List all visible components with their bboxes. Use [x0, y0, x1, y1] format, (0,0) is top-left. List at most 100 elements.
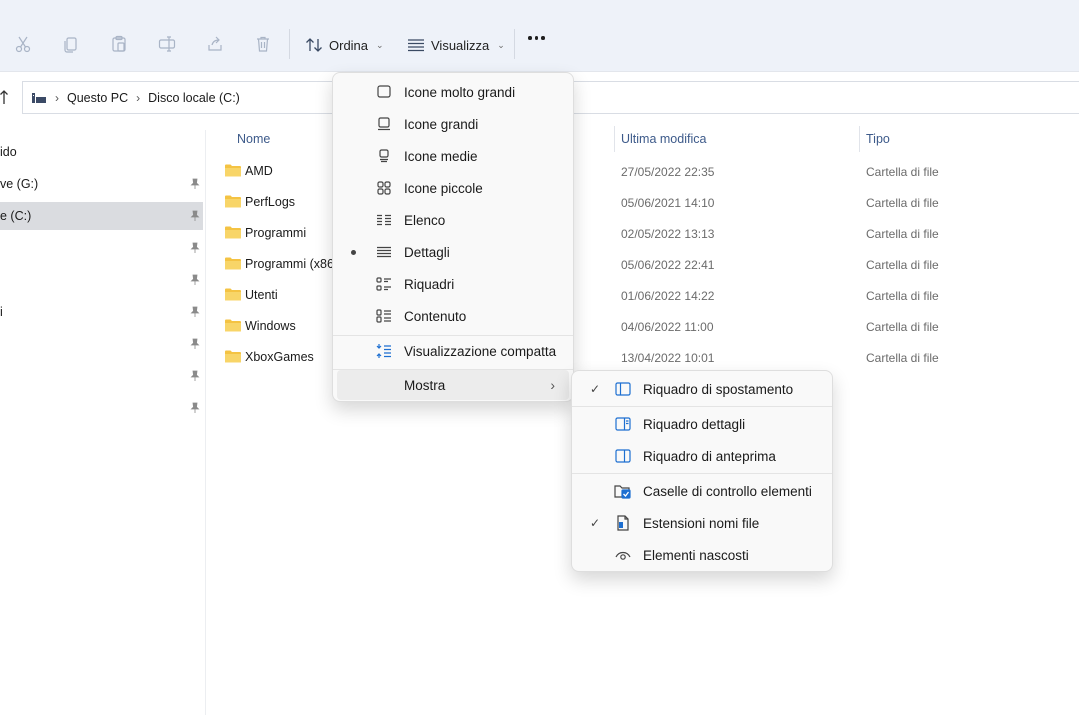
menu-item-label: Dettagli	[404, 244, 450, 260]
nav-item[interactable]: ido	[0, 138, 203, 166]
navigation-pane: ido ve (G:) e (C:) i	[0, 130, 204, 715]
menu-item-compact-view[interactable]: Visualizzazione compatta	[337, 336, 569, 366]
content-view-icon	[375, 308, 393, 324]
cut-icon[interactable]	[11, 32, 35, 56]
column-header-modified[interactable]: Ultima modifica	[621, 132, 706, 146]
show-submenu: ✓ Riquadro di spostamento Riquadro detta…	[571, 370, 833, 572]
view-details-icon	[408, 39, 424, 52]
nav-item[interactable]: ve (G:)	[0, 170, 203, 198]
nav-item-label: i	[0, 305, 3, 319]
column-header-type[interactable]: Tipo	[866, 132, 890, 146]
details-pane-icon	[614, 416, 632, 432]
menu-separator	[572, 473, 832, 474]
menu-item-label: Icone medie	[404, 148, 478, 164]
view-button[interactable]: Visualizza ⌄	[407, 32, 505, 58]
folder-icon	[225, 164, 241, 177]
menu-item-tiles[interactable]: Riquadri	[337, 269, 569, 299]
menu-item-label: Riquadri	[404, 276, 455, 292]
small-icons-icon	[375, 180, 393, 196]
menu-item-preview-pane[interactable]: Riquadro di anteprima	[576, 441, 828, 471]
pin-icon[interactable]	[189, 402, 201, 414]
menu-item-label: Icone molto grandi	[404, 84, 516, 100]
column-divider[interactable]	[859, 126, 860, 152]
pin-icon[interactable]	[189, 274, 201, 286]
large-icons-icon	[375, 116, 393, 132]
nav-item[interactable]	[0, 234, 203, 262]
pin-icon[interactable]	[189, 210, 201, 222]
breadcrumb-separator-icon[interactable]: ›	[136, 91, 140, 105]
nav-item[interactable]	[0, 330, 203, 358]
list-view-icon	[375, 212, 393, 228]
nav-item[interactable]	[0, 394, 203, 422]
compact-view-icon	[375, 343, 393, 359]
menu-item-hidden-items[interactable]: Elementi nascosti	[576, 540, 828, 570]
menu-item-label: Riquadro dettagli	[643, 416, 746, 432]
menu-item-label: Contenuto	[404, 308, 467, 324]
sort-label: Ordina	[329, 37, 369, 53]
checkmark-icon: ✓	[590, 382, 601, 396]
menu-item-list[interactable]: Elenco	[337, 205, 569, 235]
up-arrow-icon[interactable]	[0, 88, 14, 106]
file-name: PerfLogs	[245, 195, 296, 209]
folder-icon	[225, 319, 241, 332]
file-type: Cartella di file	[866, 196, 939, 210]
file-type: Cartella di file	[866, 289, 939, 303]
selected-bullet-icon	[351, 250, 356, 255]
pane-divider[interactable]	[205, 130, 206, 715]
menu-item-item-checkboxes[interactable]: Caselle di controllo elementi	[576, 476, 828, 506]
view-menu: Icone molto grandi Icone grandi Icone me…	[332, 72, 574, 402]
pc-icon	[32, 92, 46, 103]
rename-icon[interactable]	[155, 32, 179, 56]
pin-icon[interactable]	[189, 338, 201, 350]
column-header-name[interactable]: Nome	[237, 132, 270, 146]
details-view-icon	[375, 244, 393, 260]
breadcrumb-this-pc[interactable]: Questo PC	[67, 91, 128, 105]
breadcrumb-separator-icon[interactable]: ›	[55, 91, 59, 105]
menu-item-file-extensions[interactable]: ✓ Estensioni nomi file	[576, 508, 828, 538]
pin-icon[interactable]	[189, 306, 201, 318]
menu-item-navigation-pane[interactable]: ✓ Riquadro di spostamento	[576, 374, 828, 404]
share-icon[interactable]	[203, 32, 227, 56]
menu-item-label: Caselle di controllo elementi	[643, 483, 812, 499]
delete-icon[interactable]	[251, 32, 275, 56]
folder-icon	[225, 257, 241, 270]
nav-item-selected[interactable]: e (C:)	[0, 202, 203, 230]
menu-item-show[interactable]: Mostra ›	[337, 370, 569, 400]
menu-item-details-pane[interactable]: Riquadro dettagli	[576, 409, 828, 439]
column-divider[interactable]	[614, 126, 615, 152]
file-modified: 04/06/2022 11:00	[621, 320, 714, 334]
copy-icon[interactable]	[59, 32, 83, 56]
menu-item-medium-icons[interactable]: Icone medie	[337, 141, 569, 171]
menu-item-small-icons[interactable]: Icone piccole	[337, 173, 569, 203]
paste-icon[interactable]	[107, 32, 131, 56]
nav-item[interactable]	[0, 266, 203, 294]
sort-icon	[306, 38, 322, 52]
menu-item-label: Elenco	[404, 212, 446, 228]
menu-item-label: Icone piccole	[404, 180, 483, 196]
extra-large-icons-icon	[375, 84, 393, 100]
nav-item[interactable]: i	[0, 298, 203, 326]
menu-item-content[interactable]: Contenuto	[337, 301, 569, 331]
nav-item[interactable]	[0, 362, 203, 390]
file-name: XboxGames	[245, 350, 314, 364]
file-name: AMD	[245, 164, 273, 178]
file-modified: 01/06/2022 14:22	[621, 289, 715, 303]
sort-button[interactable]: Ordina ⌄	[305, 32, 384, 58]
file-name: Programmi (x86)	[245, 257, 339, 271]
navigation-pane-icon	[614, 381, 632, 397]
pin-icon[interactable]	[189, 178, 201, 190]
medium-icons-icon	[375, 148, 393, 164]
nav-item-label: ido	[0, 145, 17, 159]
menu-item-details[interactable]: Dettagli	[337, 237, 569, 267]
more-options-button[interactable]	[528, 36, 545, 40]
folder-icon	[225, 350, 241, 363]
chevron-right-icon: ›	[550, 377, 555, 393]
pin-icon[interactable]	[189, 242, 201, 254]
breadcrumb-local-disk[interactable]: Disco locale (C:)	[148, 91, 240, 105]
menu-item-large-icons[interactable]: Icone grandi	[337, 109, 569, 139]
menu-item-label: Estensioni nomi file	[643, 515, 760, 531]
menu-item-extra-large-icons[interactable]: Icone molto grandi	[337, 77, 569, 107]
toolbar-separator	[514, 29, 515, 59]
chevron-down-icon: ⌄	[376, 39, 384, 50]
pin-icon[interactable]	[189, 370, 201, 382]
